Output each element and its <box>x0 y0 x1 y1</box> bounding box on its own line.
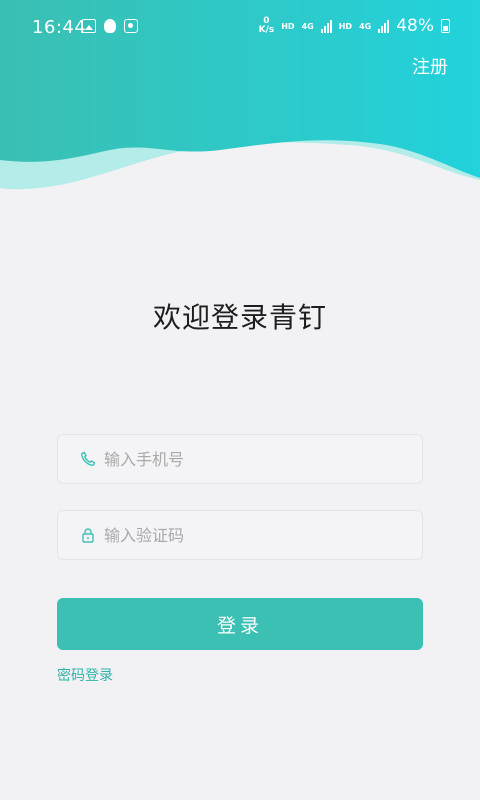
status-bar: 16:44 0 K/s HD 4G HD 4G 48% <box>0 0 480 54</box>
network-speed-unit: K/s <box>258 25 275 35</box>
battery-icon <box>441 19 450 33</box>
register-link[interactable]: 注册 <box>412 53 448 79</box>
signal-icon <box>320 19 332 33</box>
status-time: 16:44 <box>32 17 87 38</box>
hd-badge-2: HD <box>338 21 353 31</box>
network-type-badge: 4G <box>301 21 314 31</box>
phone-field[interactable] <box>57 434 423 484</box>
network-type-badge-2: 4G <box>359 21 372 31</box>
battery-percentage: 48% <box>396 16 434 36</box>
signal-icon-2 <box>378 19 390 33</box>
password-login-link[interactable]: 密码登录 <box>57 665 113 685</box>
phone-input[interactable] <box>102 448 406 470</box>
status-indicators: 0 K/s HD 4G HD 4G 48% <box>259 16 450 36</box>
image-notification-icon <box>82 19 96 33</box>
app-notification-icon <box>124 19 138 33</box>
welcome-title: 欢迎登录青钉 <box>152 301 327 334</box>
lightbulb-notification-icon <box>104 19 116 33</box>
hd-badge: HD <box>281 21 295 31</box>
notification-icons <box>82 19 138 33</box>
login-button[interactable]: 登录 <box>57 598 423 650</box>
network-speed: 0 K/s <box>259 17 275 35</box>
lock-icon <box>78 525 98 545</box>
phone-icon <box>78 449 98 469</box>
verification-code-field[interactable] <box>57 510 423 560</box>
verification-code-input[interactable] <box>102 524 406 546</box>
